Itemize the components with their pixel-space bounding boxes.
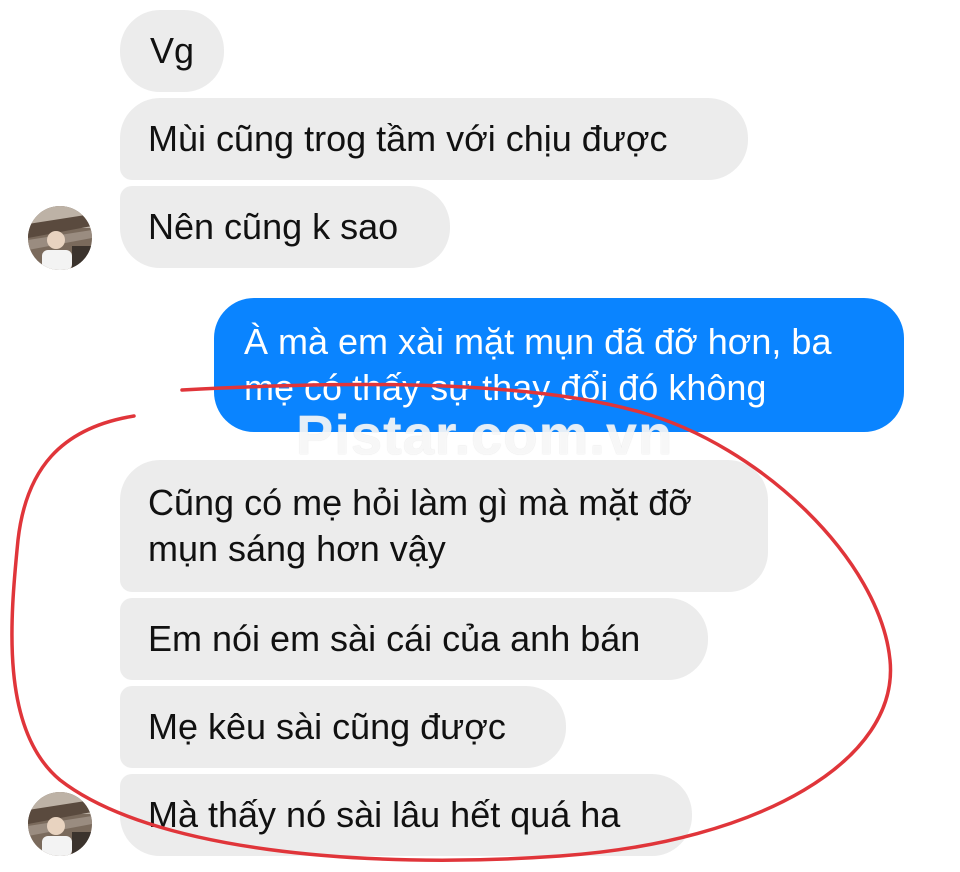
- message-bubble-incoming: Cũng có mẹ hỏi làm gì mà mặt đỡ mụn sáng…: [120, 460, 768, 592]
- avatar-photo-icon: [28, 206, 92, 270]
- message-bubble-incoming: Nên cũng k sao: [120, 186, 450, 268]
- message-bubble-incoming: Em nói em sài cái của anh bán: [120, 598, 708, 680]
- message-bubble-incoming: Mà thấy nó sài lâu hết quá ha: [120, 774, 692, 856]
- message-bubble-outgoing: À mà em xài mặt mụn đã đỡ hơn, ba mẹ có …: [214, 298, 904, 432]
- message-bubble-incoming: Mẹ kêu sài cũng được: [120, 686, 566, 768]
- chat-thread: Vg Mùi cũng trog tầm với chịu được Nên c…: [0, 0, 960, 872]
- contact-avatar[interactable]: [28, 206, 92, 270]
- avatar-photo-icon: [28, 792, 92, 856]
- message-bubble-incoming: Vg: [120, 10, 225, 92]
- message-bubble-incoming: Mùi cũng trog tầm với chịu được: [120, 98, 748, 180]
- contact-avatar[interactable]: [28, 792, 92, 856]
